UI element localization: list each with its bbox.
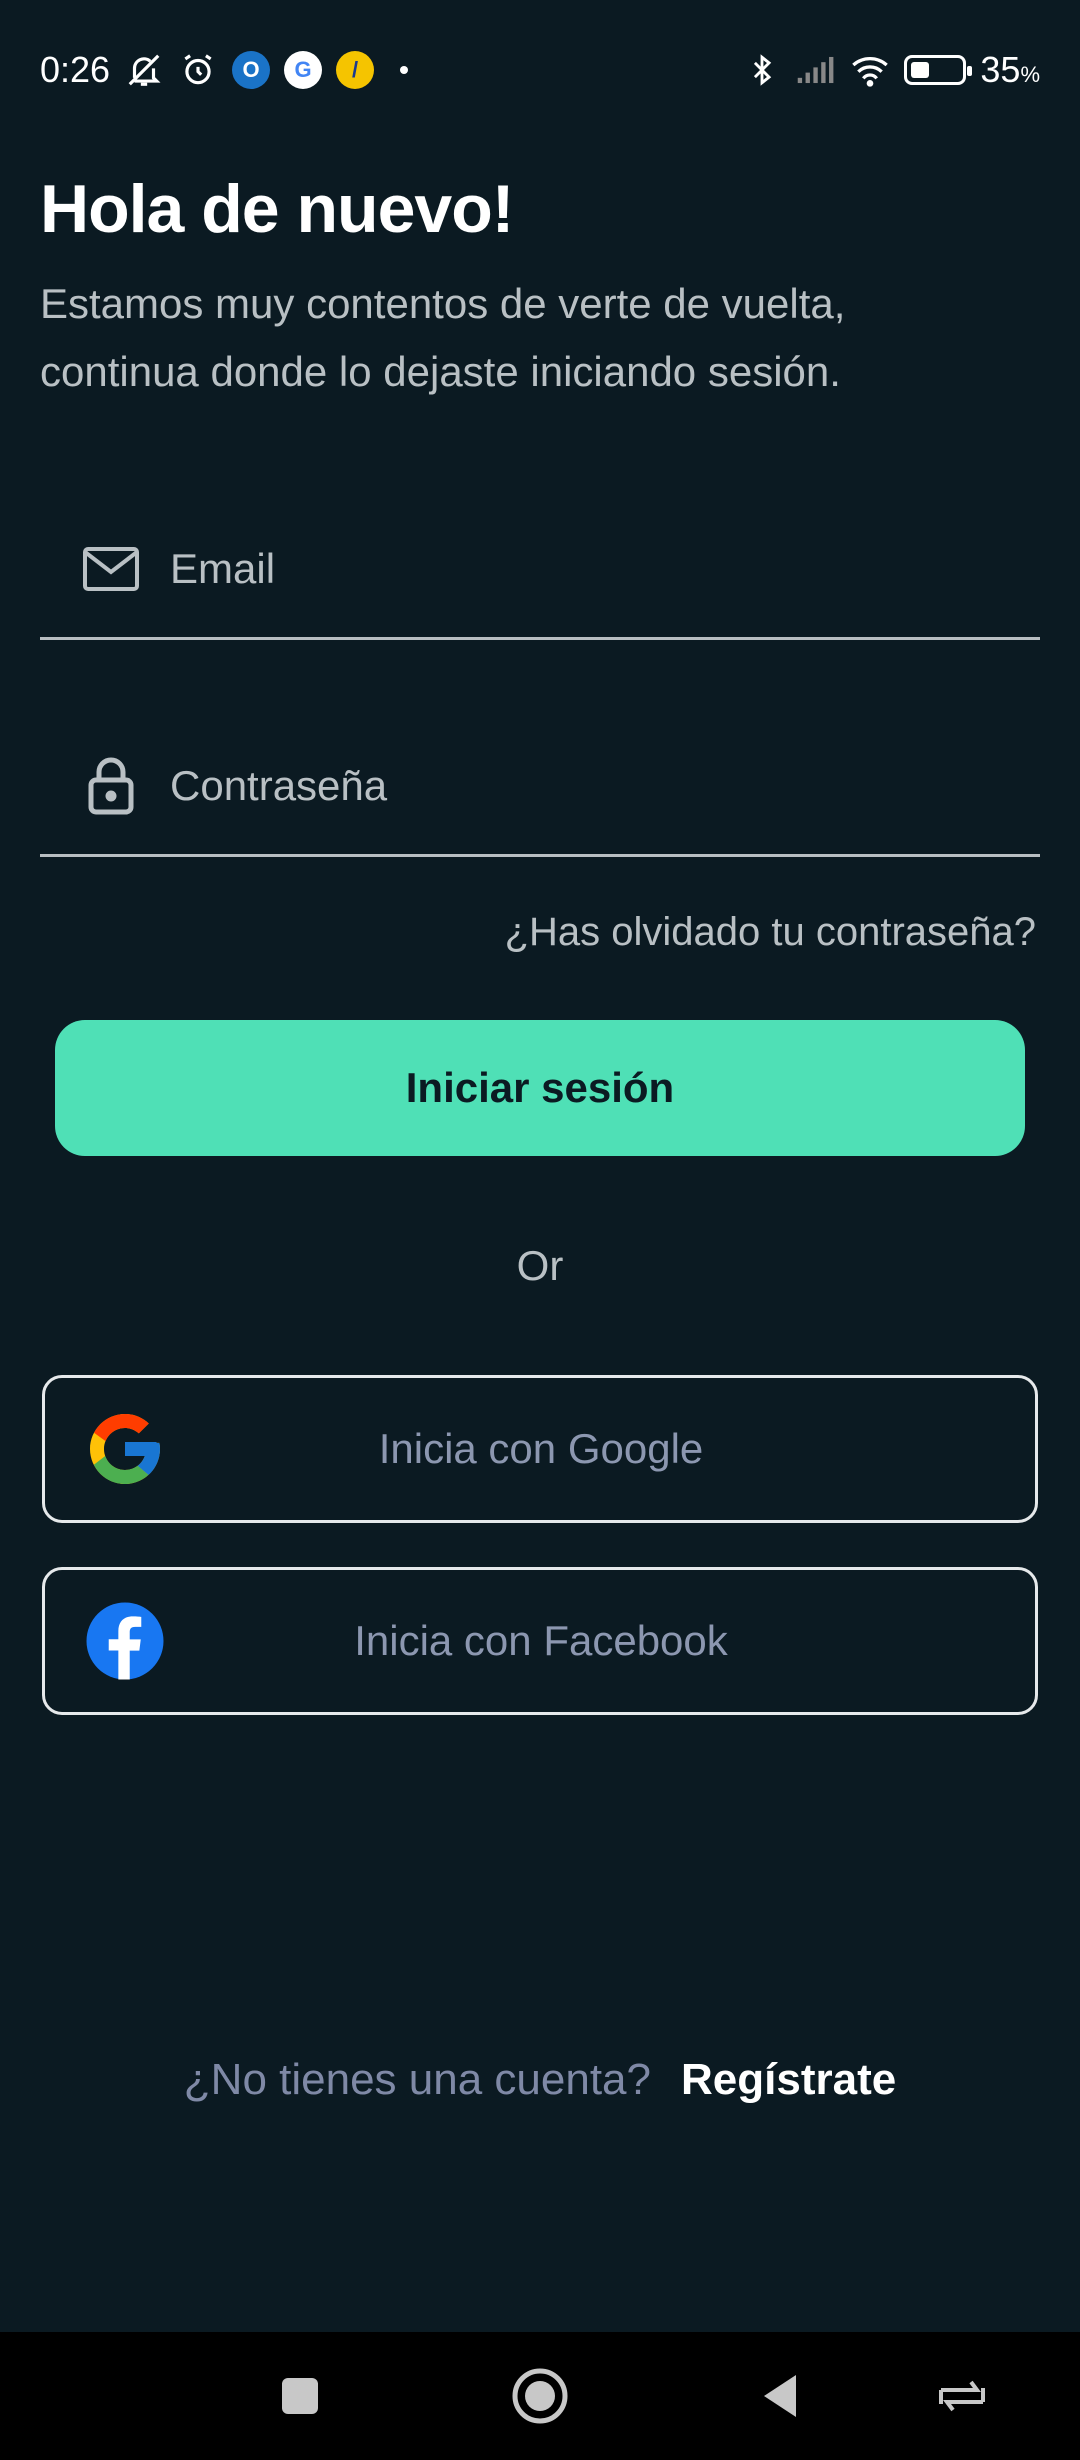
mute-icon	[124, 50, 164, 90]
signup-row: ¿No tienes una cuenta? Regístrate	[0, 2055, 1080, 2105]
google-login-label: Inicia con Google	[378, 1425, 704, 1472]
or-divider: Or	[516, 1242, 564, 1289]
lock-icon	[76, 751, 146, 821]
status-bar-left: 0:26 O G /	[40, 49, 409, 91]
system-nav-bar	[0, 2332, 1080, 2460]
recents-button[interactable]	[260, 2356, 340, 2436]
battery-icon	[904, 55, 973, 85]
subtitle-line-1: Estamos muy contentos de verte de vuelta…	[40, 280, 846, 327]
facebook-logo-icon	[83, 1599, 167, 1683]
google-icon: G	[284, 51, 323, 89]
status-time: 0:26	[40, 49, 111, 90]
password-input[interactable]	[168, 760, 992, 811]
back-button[interactable]	[740, 2356, 820, 2436]
alarm-icon	[178, 50, 218, 90]
forgot-password-link[interactable]: ¿Has olvidado tu contraseña?	[505, 910, 1036, 955]
app-icon: /	[336, 51, 375, 89]
facebook-login-label: Inicia con Facebook	[354, 1617, 728, 1664]
home-button[interactable]	[500, 2356, 580, 2436]
google-login-button[interactable]: Inicia con Google	[42, 1375, 1038, 1523]
status-bar-right: 35%	[742, 49, 1040, 91]
status-bar: 0:26 O G / 35%	[0, 0, 1080, 140]
email-field[interactable]	[40, 500, 1040, 640]
password-field[interactable]	[40, 717, 1040, 857]
mail-icon	[76, 534, 146, 604]
assistant-button[interactable]	[922, 2356, 1002, 2436]
login-button[interactable]: Iniciar sesión	[55, 1020, 1025, 1156]
wifi-icon	[850, 50, 890, 90]
more-notifications-icon	[400, 66, 409, 74]
bluetooth-icon	[742, 50, 782, 90]
signup-link[interactable]: Regístrate	[681, 2055, 896, 2105]
battery-percent: 35%	[980, 49, 1040, 90]
email-input[interactable]	[168, 543, 992, 594]
subtitle-line-2: continua donde lo dejaste iniciando sesi…	[40, 348, 841, 395]
page-subtitle: Estamos muy contentos de verte de vuelta…	[40, 270, 1040, 406]
outlook-icon: O	[232, 51, 271, 89]
google-logo-icon	[83, 1407, 167, 1491]
page-title: Hola de nuevo!	[40, 171, 514, 247]
facebook-login-button[interactable]: Inicia con Facebook	[42, 1567, 1038, 1715]
signal-icon	[796, 50, 836, 90]
signup-question: ¿No tienes una cuenta?	[183, 2055, 651, 2104]
